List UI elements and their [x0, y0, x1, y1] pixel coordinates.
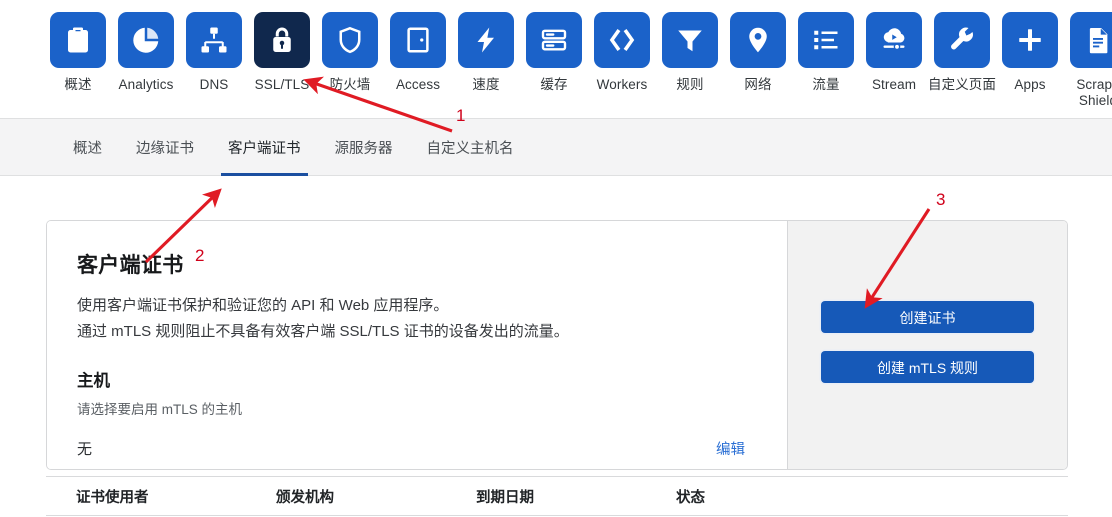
nav-item-label: 概述	[64, 77, 92, 92]
nav-item-label: SSL/TLS	[254, 77, 310, 92]
nav-item-label: Stream	[871, 77, 917, 92]
nav-item-label: 自定义页面	[928, 77, 996, 92]
nav-item-label: 流量	[812, 77, 840, 92]
nav-item-防火墙[interactable]: 防火墙	[316, 12, 384, 93]
nav-item-自定义页面[interactable]: 自定义页面	[928, 12, 996, 93]
door-icon[interactable]	[390, 12, 446, 68]
table-header-cell: 颁发机构	[276, 489, 334, 506]
nav-item-access[interactable]: Access	[384, 12, 452, 93]
nav-item-label: Access	[395, 77, 441, 92]
nav-item-dns[interactable]: DNS	[180, 12, 248, 93]
nav-item-label: Apps	[1014, 77, 1046, 92]
code-brackets-icon[interactable]	[594, 12, 650, 68]
nav-item-速度[interactable]: 速度	[452, 12, 520, 93]
annotation-number-3: 3	[936, 190, 946, 209]
tab-4[interactable]: 自定义主机名	[410, 118, 531, 176]
tab-1[interactable]: 边缘证书	[119, 118, 211, 176]
nav-item-label: DNS	[199, 77, 229, 92]
table-header-row: 证书使用者 颁发机构 到期日期 状态	[46, 476, 1068, 516]
funnel-icon[interactable]	[662, 12, 718, 68]
nav-item-label: 缓存	[540, 77, 568, 92]
lightning-icon[interactable]	[458, 12, 514, 68]
create-mtls-rule-button[interactable]: 创建 mTLS 规则	[821, 351, 1034, 383]
document-icon[interactable]	[1070, 12, 1112, 68]
client-certificates-card: 客户端证书 使用客户端证书保护和验证您的 API 和 Web 应用程序。 通过 …	[46, 220, 1068, 470]
nav-item-analytics[interactable]: Analytics	[112, 12, 180, 93]
nav-item-workers[interactable]: Workers	[588, 12, 656, 93]
shield-icon[interactable]	[322, 12, 378, 68]
nav-item-缓存[interactable]: 缓存	[520, 12, 588, 93]
certificates-table: 证书使用者 颁发机构 到期日期 状态	[46, 476, 1068, 516]
card-description-line1: 使用客户端证书保护和验证您的 API 和 Web 应用程序。	[77, 297, 449, 314]
top-icon-nav: 概述 Analytics DNS SSL/TLS 防火墙 Access 速度 缓存 Worker…	[0, 0, 1112, 118]
host-value: 无	[77, 441, 93, 458]
tab-3[interactable]: 源服务器	[318, 118, 410, 176]
nav-item-apps[interactable]: Apps	[996, 12, 1064, 93]
plus-icon[interactable]	[1002, 12, 1058, 68]
pie-chart-icon[interactable]	[118, 12, 174, 68]
nav-item-stream[interactable]: Stream	[860, 12, 928, 93]
page-root: 概述 Analytics DNS SSL/TLS 防火墙 Access 速度 缓存 Worker…	[0, 0, 1112, 517]
tab-0[interactable]: 概述	[56, 118, 119, 176]
card-action-panel: 创建证书创建 mTLS 规则	[787, 221, 1067, 469]
host-row: 无 编辑	[77, 438, 757, 459]
nav-item-label: Workers	[596, 77, 648, 92]
page-title: 客户端证书	[77, 254, 184, 277]
server-icon[interactable]	[526, 12, 582, 68]
create-certificate-button[interactable]: 创建证书	[821, 301, 1034, 333]
list-icon[interactable]	[798, 12, 854, 68]
host-section-subtitle: 请选择要启用 mTLS 的主机	[77, 402, 243, 417]
sitemap-icon[interactable]	[186, 12, 242, 68]
nav-item-ssl-tls[interactable]: SSL/TLS	[248, 12, 316, 93]
clipboard-icon[interactable]	[50, 12, 106, 68]
tab-2[interactable]: 客户端证书	[211, 118, 318, 176]
host-section-title: 主机	[77, 372, 110, 390]
nav-item-scrape-shield[interactable]: Scrape Shield	[1064, 12, 1112, 109]
table-header-cell: 证书使用者	[76, 489, 149, 506]
nav-item-label: 网络	[744, 77, 772, 92]
nav-item-label: Analytics	[118, 77, 174, 92]
table-header-cell: 到期日期	[476, 489, 534, 506]
nav-item-流量[interactable]: 流量	[792, 12, 860, 93]
nav-item-规则[interactable]: 规则	[656, 12, 724, 93]
section-tab-bar: 概述 边缘证书 客户端证书 源服务器 自定义主机名	[0, 118, 1112, 176]
nav-item-label: Scrape Shield	[1076, 77, 1112, 108]
nav-item-网络[interactable]: 网络	[724, 12, 792, 93]
cloud-play-icon[interactable]	[866, 12, 922, 68]
nav-item-概述[interactable]: 概述	[44, 12, 112, 93]
card-description-line2: 通过 mTLS 规则阻止不具备有效客户端 SSL/TLS 证书的设备发出的流量。	[77, 323, 569, 340]
nav-item-label: 规则	[676, 77, 704, 92]
map-pin-icon[interactable]	[730, 12, 786, 68]
nav-item-label: 防火墙	[329, 77, 371, 92]
edit-hosts-link[interactable]: 编辑	[716, 438, 745, 459]
wrench-icon[interactable]	[934, 12, 990, 68]
nav-item-label: 速度	[472, 77, 500, 92]
lock-icon[interactable]	[254, 12, 310, 68]
table-header-cell: 状态	[676, 489, 705, 506]
card-description: 使用客户端证书保护和验证您的 API 和 Web 应用程序。 通过 mTLS 规…	[77, 293, 757, 345]
card-main-column: 客户端证书 使用客户端证书保护和验证您的 API 和 Web 应用程序。 通过 …	[47, 221, 787, 469]
